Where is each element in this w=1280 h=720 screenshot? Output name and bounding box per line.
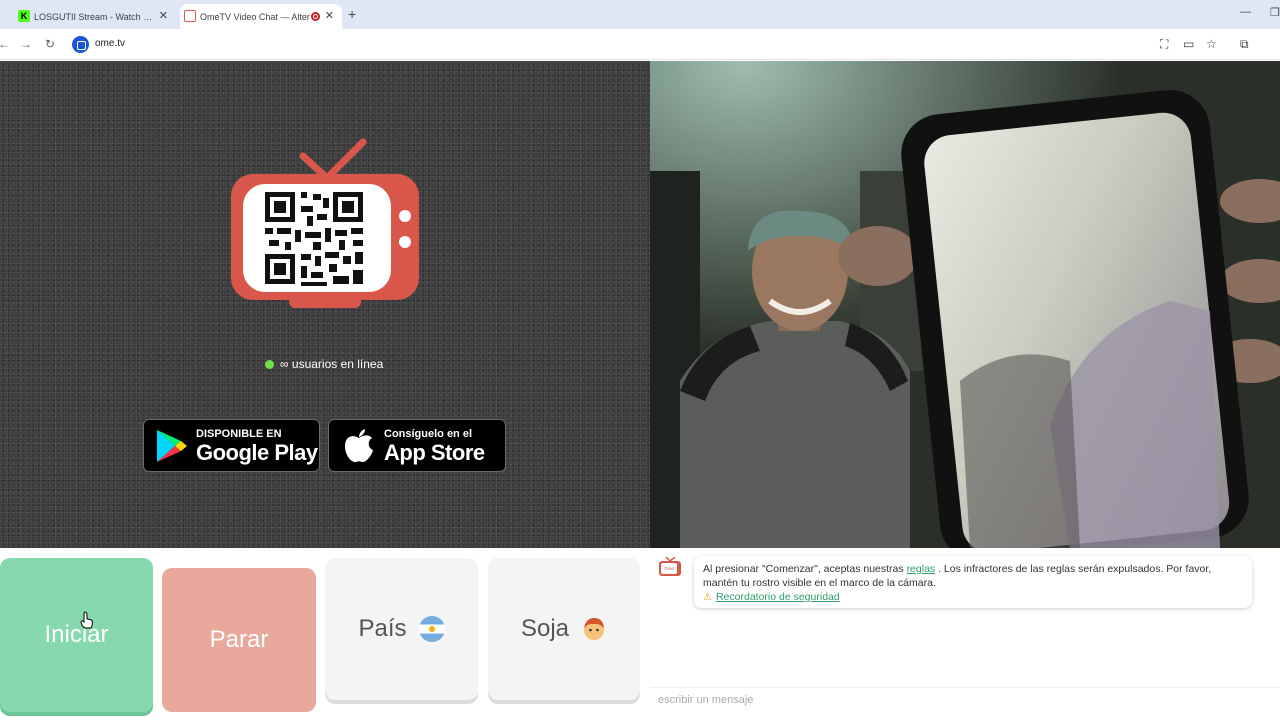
browser-tab-strip: K LOSGUTII Stream - Watch Live ✕ OmeTV V…	[0, 0, 1280, 29]
reload-icon[interactable]: ↻	[45, 37, 55, 51]
stop-button-label: Parar	[209, 626, 269, 653]
cast-icon[interactable]: ▭	[1183, 37, 1194, 51]
address-bar[interactable]: ome.tv	[68, 32, 1138, 57]
url-text: ome.tv	[95, 38, 126, 49]
ometv-qr-logo	[231, 138, 419, 308]
rules-link[interactable]: reglas	[907, 563, 936, 575]
restore-icon[interactable]: ❐	[1270, 6, 1280, 19]
tab-title: OmeTV Video Chat — Alter	[200, 11, 310, 22]
app-store-badge[interactable]: Consíguelo en el App Store	[328, 419, 506, 472]
chat-message-input[interactable]	[658, 694, 1258, 706]
site-info-icon[interactable]	[72, 36, 89, 53]
ometv-chat-logo-icon: Ome	[659, 557, 681, 576]
recording-icon	[311, 12, 320, 21]
chat-panel: Ome Al presionar "Comenzar", aceptas nue…	[650, 548, 1280, 720]
system-message: Al presionar "Comenzar", aceptas nuestra…	[694, 556, 1252, 608]
close-tab-icon[interactable]: ✕	[159, 9, 168, 22]
online-users-counter: ∞ usuarios en línea	[265, 357, 383, 371]
apple-icon	[345, 429, 373, 463]
start-button[interactable]: Iniciar	[0, 558, 153, 712]
google-play-small-text: DISPONIBLE EN	[196, 428, 282, 440]
ometv-favicon-icon	[184, 10, 196, 22]
chat-input-bar	[650, 687, 1280, 720]
browser-tab-ometv[interactable]: OmeTV Video Chat — Alter ✕	[180, 4, 342, 29]
stop-button[interactable]: Parar	[162, 568, 316, 712]
extensions-icon[interactable]: ⧉	[1240, 37, 1249, 52]
browser-toolbar: ← → ↻ ome.tv ⛶ ▭ ☆ ⧉	[0, 29, 1280, 60]
app-store-small-text: Consíguelo en el	[384, 428, 473, 440]
partner-video-placeholder: ∞ usuarios en línea DISPONIBLE EN Google…	[0, 61, 650, 548]
argentina-flag-icon	[418, 616, 445, 642]
translate-icon[interactable]: ⛶	[1160, 37, 1168, 52]
person-emoji-icon	[584, 618, 605, 640]
new-tab-icon[interactable]: +	[348, 6, 356, 22]
tab-title: LOSGUTII Stream - Watch Live	[34, 11, 154, 22]
forward-icon[interactable]: →	[20, 37, 32, 51]
google-play-icon	[157, 430, 187, 462]
minimize-icon[interactable]: —	[1240, 6, 1251, 18]
bookmark-star-icon[interactable]: ☆	[1206, 37, 1217, 51]
message-prefix: Al presionar "Comenzar", aceptas nuestra…	[703, 563, 907, 575]
mouse-cursor-icon	[80, 611, 94, 629]
country-button-label: País	[358, 615, 407, 642]
gender-button-label: Soja	[520, 615, 570, 642]
google-play-badge[interactable]: DISPONIBLE EN Google Play	[143, 419, 320, 472]
gender-filter-button[interactable]: Soja	[488, 558, 640, 700]
start-button-label: Iniciar	[44, 621, 109, 648]
warning-icon: ⚠	[703, 592, 712, 603]
self-camera-video	[650, 61, 1280, 548]
back-icon[interactable]: ←	[0, 37, 10, 51]
country-filter-button[interactable]: País	[325, 558, 478, 700]
browser-tab-kick[interactable]: K LOSGUTII Stream - Watch Live ✕	[14, 4, 176, 29]
online-users-text: ∞ usuarios en línea	[280, 357, 384, 371]
app-store-big-text: App Store	[384, 440, 485, 465]
safety-reminder-link[interactable]: Recordatorio de seguridad	[716, 591, 840, 603]
camera-feed-image	[650, 61, 1280, 548]
close-tab-icon[interactable]: ✕	[325, 9, 334, 22]
online-status-dot-icon	[265, 360, 274, 369]
kick-favicon-icon: K	[18, 10, 30, 22]
google-play-big-text: Google Play	[196, 440, 318, 465]
svg-text:Ome: Ome	[664, 566, 674, 571]
